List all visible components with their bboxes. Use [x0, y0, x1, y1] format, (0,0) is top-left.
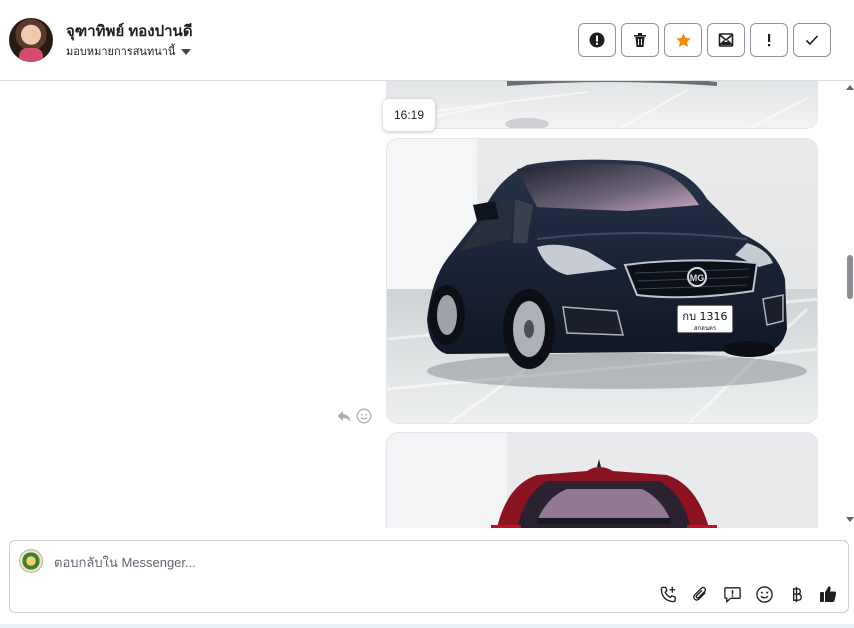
reply-icon[interactable] [336, 408, 352, 424]
license-plate-number: กบ 1316 [682, 310, 727, 323]
message-hover-actions [336, 408, 372, 424]
delete-button[interactable] [621, 23, 659, 57]
user-avatar[interactable] [9, 18, 53, 62]
bottom-edge [0, 624, 854, 628]
star-button[interactable] [664, 23, 702, 57]
page-avatar [19, 549, 43, 573]
composer-tools [657, 583, 839, 605]
alert-circle-icon [589, 32, 605, 48]
mark-done-button[interactable] [793, 23, 831, 57]
thumbs-up-icon [820, 586, 837, 602]
saved-replies-button[interactable] [721, 583, 743, 605]
mark-spam-button[interactable] [578, 23, 616, 57]
conversation-header: จุฑาทิพย์ ทองปานดี มอบหมายการสนทนานี้ [0, 0, 854, 81]
follow-up-button[interactable] [750, 23, 788, 57]
mark-unread-button[interactable] [707, 23, 745, 57]
trash-icon [634, 33, 646, 47]
message-photo[interactable]: MG กบ 1316 สกลนคร [386, 138, 818, 424]
message-photo[interactable] [386, 81, 818, 129]
message-photo[interactable] [386, 432, 818, 528]
send-like-button[interactable] [817, 583, 839, 605]
thread-scrollbar[interactable] [845, 81, 854, 528]
emoji-icon[interactable] [356, 408, 372, 424]
timestamp-tooltip: 16:19 [383, 99, 435, 131]
svg-text:MG: MG [690, 273, 705, 283]
payment-button[interactable] [785, 583, 807, 605]
scroll-up-arrow[interactable] [846, 85, 854, 90]
attach-file-button[interactable] [689, 583, 711, 605]
emoji-button[interactable] [753, 583, 775, 605]
user-name[interactable]: จุฑาทิพย์ ทองปานดี [66, 19, 193, 43]
reply-input[interactable] [54, 551, 814, 573]
call-add-icon [660, 586, 676, 602]
chevron-down-icon [181, 48, 192, 55]
emoji-icon [755, 585, 773, 603]
scroll-thumb[interactable] [847, 255, 853, 299]
add-call-button[interactable] [657, 583, 679, 605]
saved-reply-icon [723, 586, 741, 603]
exclamation-icon [768, 34, 771, 47]
assign-label: มอบหมายการสนทนานี้ [66, 46, 176, 58]
envelope-open-icon [718, 33, 734, 47]
scroll-down-arrow[interactable] [846, 517, 854, 522]
checkmark-icon [805, 35, 819, 46]
star-icon [675, 32, 691, 47]
reply-composer [9, 540, 849, 613]
baht-icon [792, 586, 802, 602]
message-thread: MG กบ 1316 สกลนคร 16:19 [0, 81, 854, 528]
paperclip-icon [692, 586, 706, 601]
header-actions [578, 23, 831, 57]
assign-conversation-dropdown[interactable]: มอบหมายการสนทนานี้ [66, 42, 192, 60]
license-plate-province: สกลนคร [694, 325, 717, 332]
